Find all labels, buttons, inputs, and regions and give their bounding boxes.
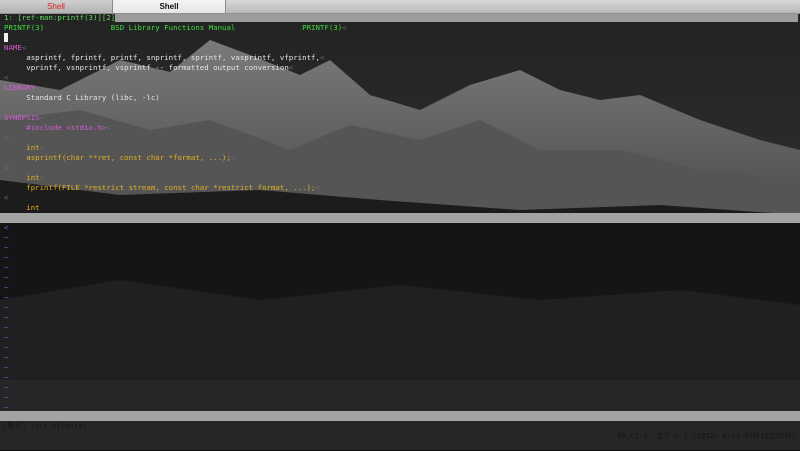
tilde-line: ~ [4, 273, 9, 282]
man-line: Standard C Library (libc, -lc)< [4, 93, 165, 102]
tilde-line: ~ [4, 373, 9, 382]
vim-tab-active[interactable]: 1: [ref-man:printf(3)][2] [4, 13, 115, 23]
tilde-line: ~ [4, 293, 9, 302]
vim-command-line[interactable] [4, 423, 800, 437]
empty-line-marker: < [4, 223, 9, 232]
man-line-include: #include <stdio.h>< [4, 123, 111, 132]
tilde-line: ~ [4, 283, 9, 292]
man-line-empty: < [4, 73, 9, 82]
tilde-line: ~ [4, 323, 9, 332]
tilde-line: ~ [4, 343, 9, 352]
man-line-empty: < [4, 103, 9, 112]
man-line-empty: < [4, 163, 9, 172]
tilde-line: ~ [4, 313, 9, 322]
man-line-proto: fprintf(FILE *restrict stream, const cha… [4, 183, 320, 192]
man-line: vprintf, vsnprintf, vsprintf -- formatte… [4, 63, 294, 72]
tilde-line: ~ [4, 253, 9, 262]
tilde-line: ~ [4, 363, 9, 372]
man-line-empty: < [4, 133, 9, 142]
man-line-empty: < [4, 193, 9, 202]
window-tab-shell-2-active[interactable]: Shell [113, 0, 226, 13]
man-section-name: NAME< [4, 43, 27, 52]
man-line-cursor [4, 33, 800, 43]
window-tab-strip: Shell Shell [0, 0, 800, 14]
statusline-bottom[interactable]: [無名] [utf-8][unix] R0,C1-1 全て < 1 [2012/… [0, 411, 800, 440]
tilde-line: ~ [4, 333, 9, 342]
window-tab-shell-1[interactable]: Shell [0, 0, 113, 13]
tilde-line: ~ [4, 303, 9, 312]
tilde-line: ~ [4, 243, 9, 252]
man-line: asprintf, fprintf, printf, snprintf, spr… [4, 53, 325, 62]
tilde-line: ~ [4, 263, 9, 272]
text-cursor [4, 33, 9, 42]
man-header-line: PRINTF(3) BSD Library Functions Manual P… [4, 23, 347, 32]
man-section-library: LIBRARY< [4, 83, 40, 92]
statusline-top[interactable]: [ref-man:printf(3)] [-][RO][utf-8][unix]… [0, 213, 800, 242]
man-line-type: int [4, 203, 40, 212]
man-line-proto: asprintf(char **ret, const char *format,… [4, 153, 236, 162]
tilde-line: ~ [4, 383, 9, 392]
man-line-type: int< [4, 173, 45, 182]
vim-tabline-fill [115, 14, 798, 22]
tilde-line: ~ [4, 393, 9, 402]
tilde-line: ~ [4, 353, 9, 362]
man-line-type: int< [4, 143, 45, 152]
terminal-vim-area[interactable]: 1: [ref-man:printf(3)][2] PRINTF(3) BSD … [0, 13, 800, 450]
man-section-synopsis: SYNOPSIS< [4, 113, 45, 122]
vim-tabline: 1: [ref-man:printf(3)][2] [0, 13, 800, 23]
tilde-line: ~ [4, 233, 9, 242]
